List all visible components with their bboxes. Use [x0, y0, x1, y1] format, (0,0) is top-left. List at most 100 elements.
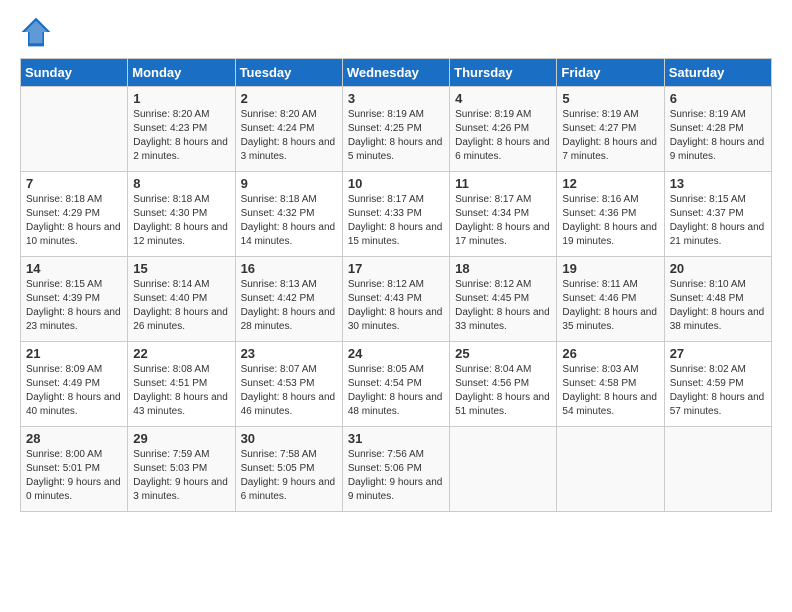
day-info: Sunrise: 8:04 AMSunset: 4:56 PMDaylight:…: [455, 363, 551, 419]
calendar-cell: 11 Sunrise: 8:17 AMSunset: 4:34 PMDayligh…: [450, 172, 557, 257]
day-info: Sunrise: 8:08 AMSunset: 4:51 PMDaylight:…: [133, 363, 229, 419]
calendar-cell: 12 Sunrise: 8:16 AMSunset: 4:36 PMDayligh…: [557, 172, 664, 257]
day-number: 28: [26, 431, 122, 446]
day-info: Sunrise: 8:19 AMSunset: 4:27 PMDaylight:…: [562, 108, 658, 164]
calendar-week-row: 21 Sunrise: 8:09 AMSunset: 4:49 PMDayligh…: [21, 342, 772, 427]
calendar-cell: 24Sunrise: 8:05 AMSunset: 4:54 PMDayligh…: [342, 342, 449, 427]
calendar-table: SundayMondayTuesdayWednesdayThursdayFrid…: [20, 58, 772, 512]
day-number: 7: [26, 176, 122, 191]
calendar-cell: 8 Sunrise: 8:18 AMSunset: 4:30 PMDaylight…: [128, 172, 235, 257]
calendar-cell: 26 Sunrise: 8:03 AMSunset: 4:58 PMDayligh…: [557, 342, 664, 427]
day-number: 16: [241, 261, 337, 276]
weekday-header-friday: Friday: [557, 59, 664, 87]
day-number: 18: [455, 261, 551, 276]
calendar-cell: 27 Sunrise: 8:02 AMSunset: 4:59 PMDayligh…: [664, 342, 771, 427]
calendar-cell: [664, 427, 771, 512]
day-info: Sunrise: 8:18 AMSunset: 4:30 PMDaylight:…: [133, 193, 229, 249]
day-number: 4: [455, 91, 551, 106]
calendar-cell: 4 Sunrise: 8:19 AMSunset: 4:26 PMDaylight…: [450, 87, 557, 172]
weekday-header-sunday: Sunday: [21, 59, 128, 87]
calendar-cell: 10 Sunrise: 8:17 AMSunset: 4:33 PMDayligh…: [342, 172, 449, 257]
calendar-cell: 22 Sunrise: 8:08 AMSunset: 4:51 PMDayligh…: [128, 342, 235, 427]
day-info: Sunrise: 7:56 AMSunset: 5:06 PMDaylight:…: [348, 448, 444, 504]
calendar-week-row: 1 Sunrise: 8:20 AMSunset: 4:23 PMDaylight…: [21, 87, 772, 172]
day-number: 29: [133, 431, 229, 446]
day-info: Sunrise: 8:09 AMSunset: 4:49 PMDaylight:…: [26, 363, 122, 419]
day-info: Sunrise: 8:11 AMSunset: 4:46 PMDaylight:…: [562, 278, 658, 334]
day-number: 12: [562, 176, 658, 191]
calendar-cell: 5 Sunrise: 8:19 AMSunset: 4:27 PMDaylight…: [557, 87, 664, 172]
day-info: Sunrise: 8:17 AMSunset: 4:33 PMDaylight:…: [348, 193, 444, 249]
calendar-cell: 14Sunrise: 8:15 AMSunset: 4:39 PMDayligh…: [21, 257, 128, 342]
calendar-cell: 19 Sunrise: 8:11 AMSunset: 4:46 PMDayligh…: [557, 257, 664, 342]
calendar-cell: 18Sunrise: 8:12 AMSunset: 4:45 PMDayligh…: [450, 257, 557, 342]
day-number: 11: [455, 176, 551, 191]
calendar-cell: 7Sunrise: 8:18 AMSunset: 4:29 PMDaylight…: [21, 172, 128, 257]
day-number: 17: [348, 261, 444, 276]
day-number: 5: [562, 91, 658, 106]
day-number: 9: [241, 176, 337, 191]
calendar-cell: 13Sunrise: 8:15 AMSunset: 4:37 PMDayligh…: [664, 172, 771, 257]
day-number: 6: [670, 91, 766, 106]
calendar-cell: 1 Sunrise: 8:20 AMSunset: 4:23 PMDaylight…: [128, 87, 235, 172]
day-number: 19: [562, 261, 658, 276]
calendar-cell: [557, 427, 664, 512]
day-info: Sunrise: 7:58 AMSunset: 5:05 PMDaylight:…: [241, 448, 337, 504]
weekday-header-saturday: Saturday: [664, 59, 771, 87]
calendar-week-row: 28 Sunrise: 8:00 AMSunset: 5:01 PMDayligh…: [21, 427, 772, 512]
calendar-cell: 16 Sunrise: 8:13 AMSunset: 4:42 PMDayligh…: [235, 257, 342, 342]
day-info: Sunrise: 8:20 AMSunset: 4:23 PMDaylight:…: [133, 108, 229, 164]
day-info: Sunrise: 8:18 AMSunset: 4:32 PMDaylight:…: [241, 193, 337, 249]
calendar-header-row: SundayMondayTuesdayWednesdayThursdayFrid…: [21, 59, 772, 87]
day-info: Sunrise: 8:02 AMSunset: 4:59 PMDaylight:…: [670, 363, 766, 419]
day-info: Sunrise: 7:59 AMSunset: 5:03 PMDaylight:…: [133, 448, 229, 504]
day-info: Sunrise: 8:10 AMSunset: 4:48 PMDaylight:…: [670, 278, 766, 334]
calendar-cell: 28 Sunrise: 8:00 AMSunset: 5:01 PMDayligh…: [21, 427, 128, 512]
header: [20, 16, 772, 48]
day-info: Sunrise: 8:00 AMSunset: 5:01 PMDaylight:…: [26, 448, 122, 504]
calendar-cell: [21, 87, 128, 172]
day-number: 8: [133, 176, 229, 191]
day-number: 13: [670, 176, 766, 191]
day-number: 22: [133, 346, 229, 361]
day-info: Sunrise: 8:19 AMSunset: 4:26 PMDaylight:…: [455, 108, 551, 164]
day-number: 1: [133, 91, 229, 106]
day-info: Sunrise: 8:13 AMSunset: 4:42 PMDaylight:…: [241, 278, 337, 334]
weekday-header-monday: Monday: [128, 59, 235, 87]
day-info: Sunrise: 8:03 AMSunset: 4:58 PMDaylight:…: [562, 363, 658, 419]
calendar-cell: [450, 427, 557, 512]
calendar-week-row: 7Sunrise: 8:18 AMSunset: 4:29 PMDaylight…: [21, 172, 772, 257]
day-number: 27: [670, 346, 766, 361]
calendar-cell: 25 Sunrise: 8:04 AMSunset: 4:56 PMDayligh…: [450, 342, 557, 427]
day-info: Sunrise: 8:16 AMSunset: 4:36 PMDaylight:…: [562, 193, 658, 249]
weekday-header-thursday: Thursday: [450, 59, 557, 87]
day-number: 30: [241, 431, 337, 446]
calendar-cell: 31Sunrise: 7:56 AMSunset: 5:06 PMDayligh…: [342, 427, 449, 512]
day-info: Sunrise: 8:17 AMSunset: 4:34 PMDaylight:…: [455, 193, 551, 249]
day-number: 20: [670, 261, 766, 276]
calendar-cell: 2 Sunrise: 8:20 AMSunset: 4:24 PMDaylight…: [235, 87, 342, 172]
calendar-cell: 30 Sunrise: 7:58 AMSunset: 5:05 PMDayligh…: [235, 427, 342, 512]
day-number: 26: [562, 346, 658, 361]
day-number: 2: [241, 91, 337, 106]
day-info: Sunrise: 8:19 AMSunset: 4:28 PMDaylight:…: [670, 108, 766, 164]
day-info: Sunrise: 8:19 AMSunset: 4:25 PMDaylight:…: [348, 108, 444, 164]
calendar-cell: 23 Sunrise: 8:07 AMSunset: 4:53 PMDayligh…: [235, 342, 342, 427]
logo-icon: [20, 16, 52, 48]
day-number: 3: [348, 91, 444, 106]
calendar-cell: 3 Sunrise: 8:19 AMSunset: 4:25 PMDaylight…: [342, 87, 449, 172]
day-info: Sunrise: 8:07 AMSunset: 4:53 PMDaylight:…: [241, 363, 337, 419]
day-number: 21: [26, 346, 122, 361]
calendar-cell: 17 Sunrise: 8:12 AMSunset: 4:43 PMDayligh…: [342, 257, 449, 342]
logo: [20, 16, 56, 48]
day-number: 23: [241, 346, 337, 361]
day-number: 10: [348, 176, 444, 191]
day-info: Sunrise: 8:20 AMSunset: 4:24 PMDaylight:…: [241, 108, 337, 164]
page: SundayMondayTuesdayWednesdayThursdayFrid…: [0, 0, 792, 612]
day-info: Sunrise: 8:14 AMSunset: 4:40 PMDaylight:…: [133, 278, 229, 334]
calendar-cell: 20 Sunrise: 8:10 AMSunset: 4:48 PMDayligh…: [664, 257, 771, 342]
day-info: Sunrise: 8:12 AMSunset: 4:43 PMDaylight:…: [348, 278, 444, 334]
weekday-header-tuesday: Tuesday: [235, 59, 342, 87]
day-number: 25: [455, 346, 551, 361]
calendar-cell: 21 Sunrise: 8:09 AMSunset: 4:49 PMDayligh…: [21, 342, 128, 427]
